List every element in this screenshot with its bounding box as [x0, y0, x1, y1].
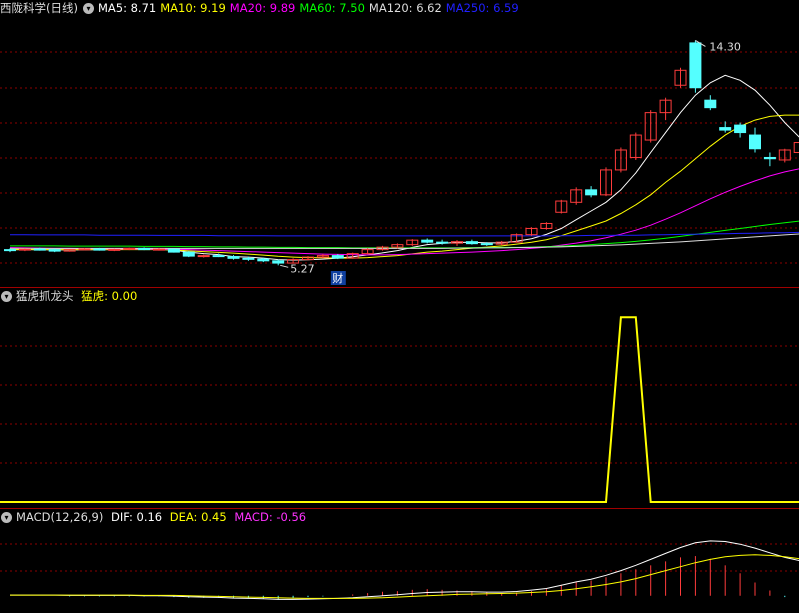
candle-body	[227, 256, 240, 259]
low-label: 5.27	[290, 262, 315, 275]
candle-body	[585, 189, 598, 196]
candle-body	[719, 127, 732, 131]
candle-body	[272, 260, 285, 264]
candle-body	[123, 247, 136, 250]
candle-body	[734, 124, 747, 134]
candle-body	[421, 239, 434, 243]
ma-line-ma250	[10, 231, 799, 237]
dif-value: DIF: 0.16	[111, 510, 163, 524]
tiger-pane: ▾ 猛虎抓龙头 猛虎: 0.00	[0, 288, 799, 508]
candle-body	[48, 249, 61, 252]
candle-body	[749, 134, 761, 150]
ma-label: MA250: 6.59	[445, 1, 519, 15]
candle-body	[436, 241, 449, 244]
candle-body	[242, 257, 255, 260]
price-legend: 西陇科学(日线) ▾ MA5: 8.71 MA10: 9.19 MA20: 9.89 MA…	[0, 0, 527, 16]
high-label: 14.30	[709, 40, 741, 53]
price-pane: 14.30 5.27 财 西陇科学(日线) ▾ MA5: 8.71 MA10: 9.19 M…	[0, 0, 799, 287]
chevron-down-icon[interactable]: ▾	[1, 291, 12, 302]
ma-label: MA20: 9.89	[229, 1, 296, 15]
ma-line-ma5	[10, 74, 799, 261]
macd-pane: ▾ MACD(12,26,9) DIF: 0.16 DEA: 0.45 MACD:…	[0, 509, 799, 613]
ma-label: MA5: 8.71	[97, 1, 157, 15]
candle-body	[704, 99, 717, 109]
candle-body	[33, 248, 46, 251]
ma-legend: MA5: 8.71 MA10: 9.19 MA20: 9.89 MA60: 7.50 M…	[98, 1, 523, 15]
candle-body	[212, 255, 225, 258]
dea-value: DEA: 0.45	[169, 510, 227, 524]
macd-name: MACD(12,26,9)	[16, 510, 104, 524]
macd-value: MACD: -0.56	[234, 510, 307, 524]
candle-body	[4, 249, 16, 252]
tiger-value: 猛虎: 0.00	[81, 289, 138, 303]
tiger-line	[0, 316, 799, 503]
chevron-down-icon[interactable]: ▾	[1, 512, 12, 523]
tiger-name: 猛虎抓龙头	[16, 289, 74, 303]
low-marker	[280, 264, 289, 268]
candle-body	[138, 247, 151, 251]
candle-body	[257, 258, 270, 262]
candle-body	[331, 255, 344, 259]
candle-body	[793, 142, 799, 153]
macd-legend: ▾ MACD(12,26,9) DIF: 0.16 DEA: 0.45 MACD:…	[0, 509, 310, 525]
candle-body	[18, 248, 31, 251]
tiger-legend: ▾ 猛虎抓龙头 猛虎: 0.00	[0, 288, 141, 304]
ma-label: MA60: 7.50	[299, 1, 365, 15]
chevron-down-icon[interactable]: ▾	[82, 3, 94, 14]
candle-body	[763, 156, 776, 160]
ma-label: MA120: 6.62	[368, 1, 442, 15]
candle-body	[465, 241, 478, 245]
tiger-chart	[0, 316, 799, 503]
event-label: 财	[332, 271, 343, 285]
stock-title: 西陇科学(日线)	[0, 1, 78, 15]
candle-body	[78, 248, 91, 251]
candle-body	[689, 42, 702, 89]
candle-body	[167, 248, 180, 253]
candle-body	[108, 248, 121, 251]
candle-body	[93, 248, 106, 251]
ma-label: MA10: 9.19	[160, 1, 226, 15]
candle-body	[182, 251, 195, 257]
candle-body	[153, 248, 165, 251]
candle-body	[480, 243, 493, 246]
price-chart: 14.30 5.27 财	[0, 39, 799, 285]
candle-body	[197, 255, 210, 258]
